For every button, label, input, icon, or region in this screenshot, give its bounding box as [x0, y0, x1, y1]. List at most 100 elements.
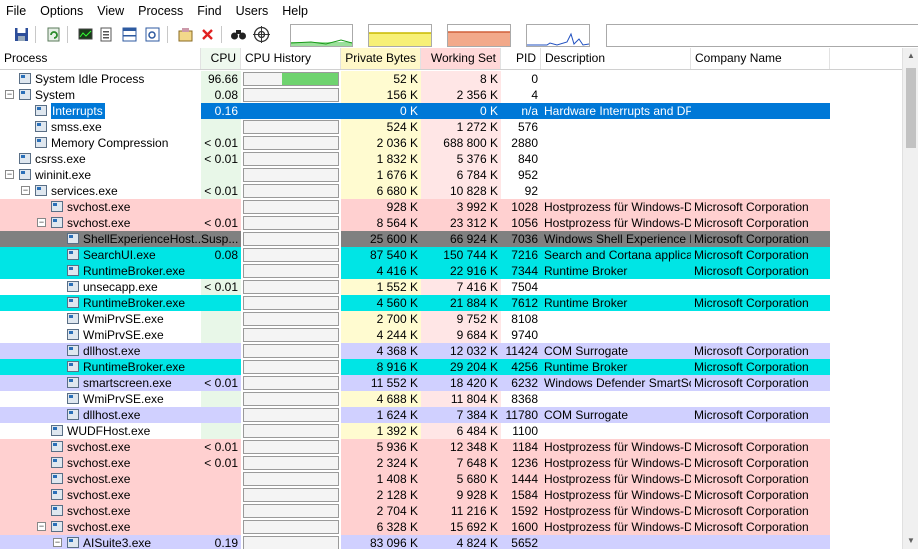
find-window-icon[interactable]	[143, 25, 161, 43]
process-name-cell[interactable]: unsecapp.exe	[0, 279, 201, 295]
table-row[interactable]: System Idle Process 96.66 52 K8 K0	[0, 71, 830, 87]
table-row[interactable]: Interrupts 0.16 0 K0 Kn/a Hardware Interrup…	[0, 103, 830, 119]
table-row[interactable]: svchost.exe 1 408 K5 680 K 1444 Hostprozess…	[0, 471, 830, 487]
table-row[interactable]: smartscreen.exe < 0.01 11 552 K 18 420 K 623…	[0, 375, 830, 391]
table-row[interactable]: SearchUI.exe 0.08 87 540 K 150 744 K 7216 Sea…	[0, 247, 830, 263]
process-name-cell[interactable]: dllhost.exe	[0, 343, 201, 359]
menu-users[interactable]: Users	[229, 4, 276, 18]
process-name-cell[interactable]: svchost.exe	[0, 487, 201, 503]
process-name-cell[interactable]: WUDFHost.exe	[0, 423, 201, 439]
process-name-cell[interactable]: − AISuite3.exe	[0, 535, 201, 549]
tree-collapse-icon[interactable]: −	[21, 186, 30, 195]
tree-collapse-icon[interactable]: −	[37, 218, 46, 227]
process-name-cell[interactable]: svchost.exe	[0, 199, 201, 215]
process-name-cell[interactable]: svchost.exe	[0, 503, 201, 519]
tree-collapse-icon[interactable]: −	[53, 538, 62, 547]
scrollbar-thumb[interactable]	[906, 68, 916, 148]
table-row[interactable]: RuntimeBroker.exe 8 916 K 29 204 K 4256 Runt…	[0, 359, 830, 375]
process-name-cell[interactable]: csrss.exe	[0, 151, 201, 167]
scroll-up-icon[interactable]: ▲	[903, 48, 918, 64]
menu-file[interactable]: File	[0, 4, 33, 18]
process-name-cell[interactable]: WmiPrvSE.exe	[0, 391, 201, 407]
process-name-cell[interactable]: − services.exe	[0, 183, 201, 199]
process-name-cell[interactable]: smss.exe	[0, 119, 201, 135]
table-row[interactable]: svchost.exe < 0.01 5 936 K 12 348 K 1184 Host…	[0, 439, 830, 455]
lower-pane-icon[interactable]	[120, 25, 138, 43]
properties-icon[interactable]	[176, 25, 194, 43]
network-graph[interactable]	[606, 24, 918, 47]
process-name-cell[interactable]: Memory Compression	[0, 135, 201, 151]
io-graph[interactable]	[526, 24, 590, 47]
column-header-description[interactable]: Description	[541, 48, 691, 69]
process-name-cell[interactable]: svchost.exe	[0, 471, 201, 487]
physical-memory-graph[interactable]	[447, 24, 511, 47]
process-name-cell[interactable]: Interrupts	[0, 103, 201, 119]
process-name-cell[interactable]: System Idle Process	[0, 71, 201, 87]
process-name-cell[interactable]: − System	[0, 87, 201, 103]
tree-collapse-icon[interactable]: −	[5, 90, 14, 99]
table-row[interactable]: dllhost.exe 1 624 K7 384 K 11780 COM Surrog…	[0, 407, 830, 423]
process-name-cell[interactable]: smartscreen.exe	[0, 375, 201, 391]
table-row[interactable]: svchost.exe 928 K3 992 K 1028 Hostprozess f…	[0, 199, 830, 215]
save-icon[interactable]	[12, 25, 30, 43]
table-row[interactable]: smss.exe 524 K1 272 K 576	[0, 119, 830, 135]
refresh-icon[interactable]	[44, 25, 62, 43]
tree-collapse-icon[interactable]: −	[37, 522, 46, 531]
column-header-private-bytes[interactable]: Private Bytes	[341, 48, 421, 69]
target-icon[interactable]	[252, 25, 270, 43]
cpu-usage-graph[interactable]	[290, 24, 353, 47]
menu-find[interactable]: Find	[190, 4, 228, 18]
column-header-cpu-history[interactable]: CPU History	[241, 48, 341, 69]
process-name-cell[interactable]: SearchUI.exe	[0, 247, 201, 263]
process-name-cell[interactable]: svchost.exe	[0, 455, 201, 471]
process-name-cell[interactable]: RuntimeBroker.exe	[0, 263, 201, 279]
process-name-cell[interactable]: − svchost.exe	[0, 519, 201, 535]
table-row[interactable]: ShellExperienceHost.... Susp... 25 600 K 66…	[0, 231, 830, 247]
table-row[interactable]: svchost.exe < 0.01 2 324 K7 648 K 1236 Hostp…	[0, 455, 830, 471]
scroll-down-icon[interactable]: ▼	[903, 533, 918, 549]
table-row[interactable]: csrss.exe < 0.01 1 832 K5 376 K 840	[0, 151, 830, 167]
table-row[interactable]: unsecapp.exe < 0.01 1 552 K7 416 K 7504	[0, 279, 830, 295]
process-name-cell[interactable]: − svchost.exe	[0, 215, 201, 231]
table-row[interactable]: − wininit.exe 1 676 K6 784 K 952	[0, 167, 830, 183]
table-row[interactable]: svchost.exe 2 128 K9 928 K 1584 Hostprozess…	[0, 487, 830, 503]
menu-options[interactable]: Options	[33, 4, 90, 18]
table-row[interactable]: WmiPrvSE.exe 2 700 K9 752 K 8108	[0, 311, 830, 327]
column-header-cpu[interactable]: CPU	[201, 48, 241, 69]
process-name-cell[interactable]: RuntimeBroker.exe	[0, 295, 201, 311]
table-row[interactable]: − AISuite3.exe 0.19 83 096 K4 824 K 5652	[0, 535, 830, 549]
tree-collapse-icon[interactable]: −	[5, 170, 14, 179]
column-header-working-set[interactable]: Working Set	[421, 48, 501, 69]
table-row[interactable]: RuntimeBroker.exe 4 416 K 22 916 K 7344 Runt…	[0, 263, 830, 279]
process-tree-icon[interactable]	[97, 25, 115, 43]
table-row[interactable]: dllhost.exe 4 368 K 12 032 K 11424 COM Surro…	[0, 343, 830, 359]
table-row[interactable]: − svchost.exe 6 328 K 15 692 K 1600 Hostproze…	[0, 519, 830, 535]
process-name-cell[interactable]: svchost.exe	[0, 439, 201, 455]
column-header-pid[interactable]: PID	[501, 48, 541, 69]
table-row[interactable]: Memory Compression < 0.01 2 036 K 688 800 K…	[0, 135, 830, 151]
table-row[interactable]: − svchost.exe < 0.01 8 564 K 23 312 K 1056 Hos…	[0, 215, 830, 231]
process-name-cell[interactable]: ShellExperienceHost....	[0, 231, 201, 247]
column-header-process[interactable]: Process	[0, 48, 201, 69]
table-row[interactable]: svchost.exe 2 704 K 11 216 K 1592 Hostprozes…	[0, 503, 830, 519]
system-info-icon[interactable]	[76, 25, 94, 43]
process-name-cell[interactable]: dllhost.exe	[0, 407, 201, 423]
table-row[interactable]: − System 0.08 156 K2 356 K4	[0, 87, 830, 103]
table-row[interactable]: WmiPrvSE.exe 4 688 K 11 804 K 8368	[0, 391, 830, 407]
menu-help[interactable]: Help	[275, 4, 315, 18]
menu-view[interactable]: View	[90, 4, 131, 18]
commit-charge-graph[interactable]	[368, 24, 432, 47]
table-row[interactable]: WUDFHost.exe 1 392 K6 484 K 1100	[0, 423, 830, 439]
kill-process-icon[interactable]	[198, 25, 216, 43]
table-row[interactable]: RuntimeBroker.exe 4 560 K 21 884 K 7612 Runt…	[0, 295, 830, 311]
table-row[interactable]: − services.exe < 0.01 6 680 K 10 828 K 92	[0, 183, 830, 199]
process-name-cell[interactable]: − wininit.exe	[0, 167, 201, 183]
find-handle-icon[interactable]	[229, 25, 247, 43]
vertical-scrollbar[interactable]: ▲ ▼	[902, 48, 918, 549]
process-name-cell[interactable]: WmiPrvSE.exe	[0, 327, 201, 343]
process-name-cell[interactable]: WmiPrvSE.exe	[0, 311, 201, 327]
table-row[interactable]: WmiPrvSE.exe 4 244 K9 684 K 9740	[0, 327, 830, 343]
process-name-cell[interactable]: RuntimeBroker.exe	[0, 359, 201, 375]
column-header-company-name[interactable]: Company Name	[691, 48, 830, 69]
menu-process[interactable]: Process	[131, 4, 190, 18]
